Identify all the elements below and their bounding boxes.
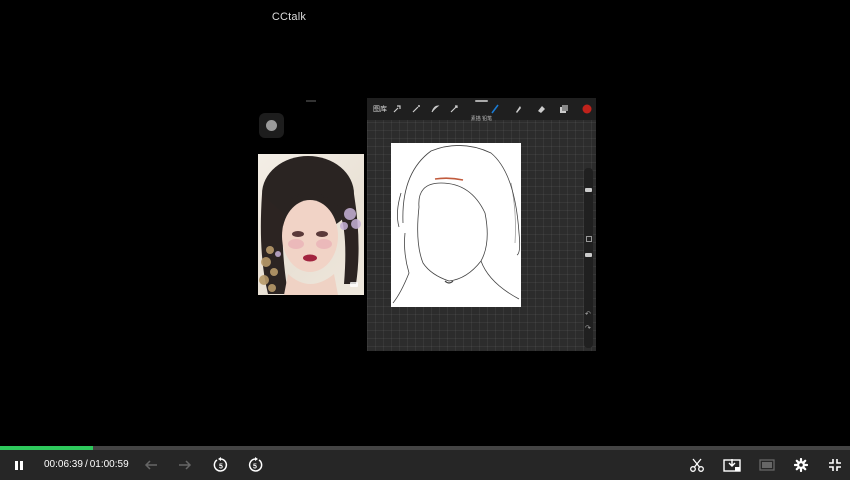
picture-in-picture-icon: [759, 459, 775, 471]
brush-icon[interactable]: [490, 104, 500, 114]
time-display: 00:06:39/01:00:59: [44, 459, 129, 470]
drag-handle[interactable]: [475, 100, 488, 102]
modify-button[interactable]: [586, 236, 592, 242]
selection-icon[interactable]: [430, 104, 440, 114]
procreate-window: 图库 素描 铅笔 ↶ ↷: [367, 98, 596, 351]
eraser-icon[interactable]: [536, 104, 546, 114]
rewind-5-button[interactable]: 5: [211, 455, 231, 475]
time-separator: /: [84, 459, 88, 470]
rewind-5-icon: 5: [213, 457, 228, 472]
current-time: 00:06:39: [44, 459, 83, 470]
scissors-icon: [690, 458, 704, 472]
total-time: 01:00:59: [89, 459, 129, 470]
color-swatch-icon[interactable]: [582, 104, 592, 114]
reference-photo: [258, 154, 364, 295]
exit-fullscreen-icon: [829, 459, 841, 471]
brush-size-sidebar: [584, 168, 593, 348]
forward-5-icon: 5: [248, 457, 263, 472]
picture-in-picture-button[interactable]: [756, 455, 778, 475]
undo-icon[interactable]: ↶: [585, 310, 591, 318]
transform-icon[interactable]: [449, 104, 459, 114]
clip-button[interactable]: [687, 455, 707, 475]
opacity-slider[interactable]: [585, 253, 592, 257]
arrow-left-icon: [144, 460, 157, 470]
magic-wand-icon[interactable]: [411, 104, 421, 114]
gear-icon: [794, 458, 808, 472]
svg-text:5: 5: [253, 464, 257, 471]
drawing-canvas[interactable]: [391, 143, 521, 307]
pause-icon: [15, 460, 23, 470]
redo-icon[interactable]: ↷: [585, 324, 591, 332]
smudge-icon[interactable]: [513, 104, 523, 114]
export-screen-button[interactable]: [721, 455, 743, 475]
layers-icon[interactable]: [559, 104, 569, 114]
gallery-button[interactable]: 图库: [373, 104, 387, 114]
screen-download-icon: [723, 459, 741, 472]
wrench-icon[interactable]: [392, 104, 402, 114]
floating-brush-button[interactable]: [259, 113, 284, 138]
arrow-right-icon: [179, 460, 192, 470]
app-title: CCtalk: [271, 11, 307, 23]
brush-info: 素描 铅笔: [470, 116, 493, 122]
settings-button[interactable]: [791, 455, 811, 475]
exit-fullscreen-button[interactable]: [825, 455, 845, 475]
next-button[interactable]: [176, 455, 194, 475]
pause-button[interactable]: [10, 455, 28, 475]
forward-5-button[interactable]: 5: [245, 455, 265, 475]
divider: [306, 100, 316, 102]
svg-text:5: 5: [219, 464, 223, 471]
player-controls: 00:06:39/01:00:59 5 5: [0, 450, 850, 480]
brush-size-slider[interactable]: [585, 188, 592, 192]
previous-button[interactable]: [142, 455, 160, 475]
